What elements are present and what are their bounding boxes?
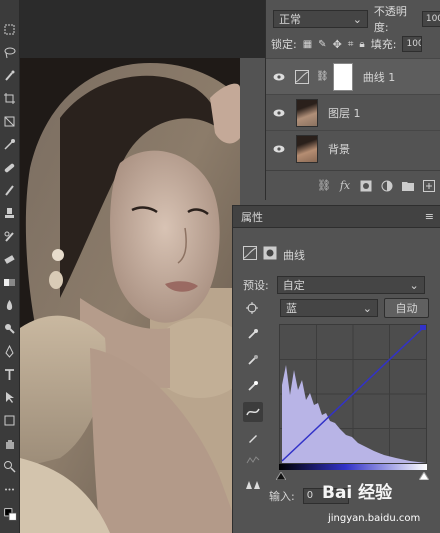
- chevron-down-icon: ⌄: [352, 12, 362, 26]
- auto-button-label: 自动: [395, 302, 418, 315]
- properties-title: 属性: [241, 210, 263, 224]
- document-image[interactable]: [20, 58, 240, 533]
- dodge-tool-icon[interactable]: [2, 321, 17, 336]
- curve-point-tool-icon[interactable]: [243, 402, 263, 422]
- channel-value: 蓝: [286, 302, 297, 315]
- lasso-tool-icon[interactable]: [2, 45, 17, 60]
- layer-name: 图层 1: [328, 106, 361, 120]
- preset-label: 预设:: [243, 279, 269, 292]
- channel-select[interactable]: 蓝 ⌄: [280, 299, 378, 317]
- blend-mode-value: 正常: [279, 13, 301, 26]
- new-layer-icon[interactable]: [422, 179, 436, 193]
- eraser-tool-icon[interactable]: [2, 252, 17, 267]
- brush-tool-icon[interactable]: [2, 183, 17, 198]
- gray-eyedropper-icon[interactable]: [243, 350, 263, 370]
- layer-name: 背景: [328, 142, 350, 156]
- layers-panel: 正常 ⌄ 不透明度: 100 锁定: ▦ ✎ ✥ ⌗ 🔒︎ 填充: 100 ⛓︎…: [265, 0, 440, 200]
- layer-thumbnail: [296, 98, 318, 127]
- crop-tool-icon[interactable]: [2, 91, 17, 106]
- fill-label: 填充:: [370, 38, 397, 51]
- eye-visibility-icon[interactable]: [266, 145, 292, 153]
- mask-properties-icon[interactable]: [263, 246, 277, 263]
- layer-row-curves[interactable]: ⛓︎ 曲线 1: [266, 58, 440, 94]
- adjustment-type-row: 曲线: [243, 246, 305, 263]
- white-eyedropper-icon[interactable]: [243, 376, 263, 396]
- pencil-draw-icon[interactable]: [243, 428, 263, 448]
- curves-graph[interactable]: [279, 324, 427, 464]
- lock-image-pixels-icon[interactable]: ✎: [318, 39, 326, 50]
- smooth-icon[interactable]: [243, 450, 263, 470]
- type-tool-icon[interactable]: [2, 367, 17, 382]
- lock-all-icon[interactable]: 🔒︎: [359, 39, 364, 50]
- opacity-label: 不透明度:: [373, 5, 407, 34]
- photoshop-window: 正常 ⌄ 不透明度: 100 锁定: ▦ ✎ ✥ ⌗ 🔒︎ 填充: 100 ⛓︎…: [0, 0, 440, 533]
- clipping-warning-icon[interactable]: [243, 474, 263, 494]
- opacity-input[interactable]: 100: [421, 11, 440, 27]
- marquee-tool-icon[interactable]: [2, 22, 17, 37]
- layer-thumbnail: [296, 134, 318, 163]
- history-brush-tool-icon[interactable]: [2, 229, 17, 244]
- adjustment-layer-icon[interactable]: [380, 179, 394, 193]
- path-select-tool-icon[interactable]: [2, 390, 17, 405]
- mask-link-icon[interactable]: ⛓︎: [316, 71, 329, 82]
- more-tools-icon[interactable]: [2, 482, 17, 497]
- lock-row: 锁定: ▦ ✎ ✥ ⌗ 🔒︎ 填充: 100: [266, 34, 440, 54]
- auto-button[interactable]: 自动: [384, 298, 429, 318]
- lock-label: 锁定:: [271, 38, 297, 51]
- healing-brush-tool-icon[interactable]: [2, 160, 17, 175]
- fx-icon[interactable]: fx: [338, 179, 352, 193]
- properties-header: 属性 ≡: [233, 206, 440, 228]
- baidu-watermark: Bai 经验: [322, 483, 393, 503]
- eyedropper-tool-icon[interactable]: [2, 137, 17, 152]
- foreground-color-swatch[interactable]: [1, 505, 19, 523]
- link-icon[interactable]: ⛓︎: [317, 179, 331, 193]
- layers-bottom-bar: ⛓︎ fx: [266, 170, 440, 200]
- pen-tool-icon[interactable]: [2, 344, 17, 359]
- curves-adjustment-icon: [243, 246, 257, 263]
- frame-tool-icon[interactable]: [2, 114, 17, 129]
- clone-stamp-tool-icon[interactable]: [2, 206, 17, 221]
- lock-position-icon[interactable]: ✥: [333, 38, 342, 51]
- channel-gradient-bar: [279, 464, 427, 470]
- layer-row-layer1[interactable]: 图层 1: [266, 94, 440, 130]
- hand-tool-icon[interactable]: [2, 436, 17, 451]
- layer-mask-thumbnail[interactable]: [332, 62, 353, 91]
- blur-tool-icon[interactable]: [2, 298, 17, 313]
- layer-row-background[interactable]: 背景: [266, 130, 440, 166]
- lock-artboard-icon[interactable]: ⌗: [348, 39, 354, 50]
- fill-input[interactable]: 100: [402, 36, 423, 52]
- input-label: 输入:: [269, 490, 295, 503]
- zoom-tool-icon[interactable]: [2, 459, 17, 474]
- chevron-down-icon: ⌄: [409, 278, 419, 292]
- eye-visibility-icon[interactable]: [266, 73, 292, 81]
- add-mask-icon[interactable]: [359, 179, 373, 193]
- watermark-url: jingyan.baidu.com: [328, 513, 421, 524]
- target-adjust-icon[interactable]: [245, 301, 259, 318]
- preset-value: 自定: [282, 279, 305, 292]
- adjustment-name: 曲线: [283, 248, 305, 262]
- eye-visibility-icon[interactable]: [266, 109, 292, 117]
- panel-menu-icon[interactable]: ≡: [425, 210, 434, 223]
- chevron-down-icon: ⌄: [362, 301, 372, 315]
- curve-point: [420, 324, 426, 330]
- lock-transparent-pixels-icon[interactable]: ▦: [303, 39, 312, 50]
- shape-tool-icon[interactable]: [2, 413, 17, 428]
- tools-bar: [0, 0, 20, 533]
- document-canvas-background: [20, 0, 265, 58]
- preset-row: 预设: 自定 ⌄: [243, 276, 425, 294]
- curves-adjustment-icon: [292, 67, 312, 87]
- quick-select-tool-icon[interactable]: [2, 68, 17, 83]
- layer-name: 曲线 1: [362, 70, 396, 84]
- gradient-tool-icon[interactable]: [2, 275, 17, 290]
- group-folder-icon[interactable]: [401, 179, 415, 193]
- blend-opacity-row: 正常 ⌄ 不透明度: 100: [266, 5, 440, 34]
- black-eyedropper-icon[interactable]: [243, 324, 263, 344]
- white-point-slider[interactable]: [418, 470, 430, 483]
- preset-select[interactable]: 自定 ⌄: [276, 276, 425, 294]
- black-point-slider[interactable]: [275, 470, 287, 483]
- blend-mode-select[interactable]: 正常 ⌄: [273, 10, 368, 28]
